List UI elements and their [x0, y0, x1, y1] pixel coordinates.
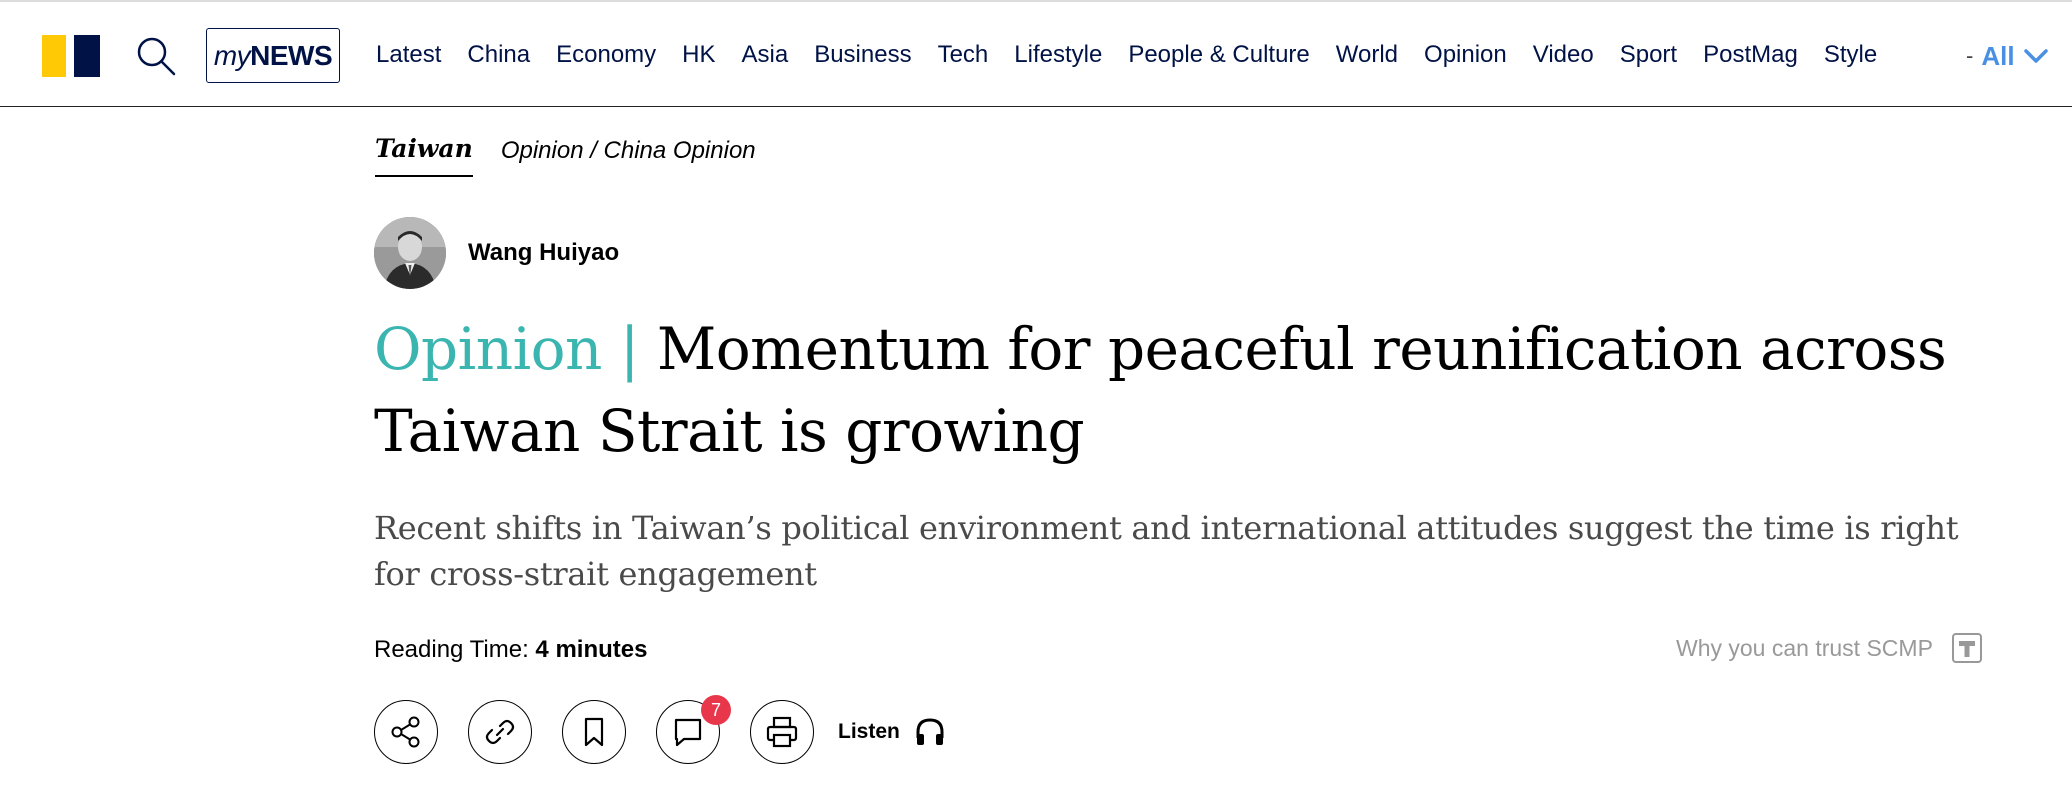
share-button[interactable]: [374, 700, 438, 764]
link-icon: [485, 719, 515, 745]
nav-item-style[interactable]: Style: [1824, 41, 1877, 69]
nav-item-lifestyle[interactable]: Lifestyle: [1014, 41, 1102, 69]
nav-item-opinion[interactable]: Opinion: [1424, 41, 1507, 69]
nav-item-hk[interactable]: HK: [682, 41, 715, 69]
nav-item-world[interactable]: World: [1336, 41, 1398, 69]
avatar[interactable]: [374, 217, 446, 289]
mynews-my-text: my: [213, 39, 251, 71]
author-photo: [374, 217, 446, 289]
trust-icon: [1951, 633, 1982, 663]
all-dash: -: [1966, 43, 1974, 68]
nav-item-sport[interactable]: Sport: [1620, 41, 1677, 69]
tag-opinion-china[interactable]: Opinion / China Opinion: [501, 134, 756, 165]
bookmark-icon: [584, 717, 604, 747]
nav-item-video[interactable]: Video: [1533, 41, 1594, 69]
tag-taiwan[interactable]: Taiwan: [375, 134, 473, 177]
nav-item-postmag[interactable]: PostMag: [1703, 41, 1798, 69]
nav-item-latest[interactable]: Latest: [376, 41, 441, 69]
logo-yellow-block: [42, 35, 66, 77]
reading-time-label: Reading Time:: [374, 636, 529, 663]
author-block: Wang Huiyao: [374, 217, 619, 289]
mynews-news-text: NEWS: [250, 39, 333, 71]
article-actions: 7 Listen: [374, 695, 946, 764]
headline-text: Momentum for peaceful reunification acro…: [374, 315, 1947, 465]
all-sections-button[interactable]: - All: [1966, 38, 2049, 74]
article-tags: Taiwan Opinion / China Opinion: [375, 134, 756, 177]
nav-item-business[interactable]: Business: [814, 41, 911, 69]
article-headline: Opinion | Momentum for peaceful reunific…: [374, 308, 1974, 472]
all-label: All: [1981, 40, 2015, 71]
comments-button[interactable]: 7: [656, 695, 731, 764]
copy-link-button[interactable]: [468, 700, 532, 764]
article-subheadline: Recent shifts in Taiwan’s political envi…: [374, 509, 1959, 593]
share-icon: [391, 716, 420, 748]
comment-count-badge: 7: [701, 695, 731, 725]
nav-item-economy[interactable]: Economy: [556, 41, 656, 69]
nav-item-asia[interactable]: Asia: [742, 41, 789, 69]
comment-icon: [674, 718, 702, 747]
scmp-logo[interactable]: [42, 35, 100, 77]
top-navigation-bar: my NEWS Latest China Economy HK Asia Busi…: [0, 0, 2072, 107]
nav-item-china[interactable]: China: [467, 41, 530, 69]
bookmark-button[interactable]: [562, 700, 626, 764]
mynews-button[interactable]: my NEWS: [206, 28, 340, 83]
listen-button[interactable]: Listen: [838, 716, 946, 748]
author-name[interactable]: Wang Huiyao: [468, 239, 619, 267]
nav-item-tech[interactable]: Tech: [938, 41, 989, 69]
headphones-icon: [916, 718, 944, 745]
search-icon[interactable]: [134, 34, 178, 78]
nav-item-people-culture[interactable]: People & Culture: [1128, 41, 1309, 69]
trust-scmp-link[interactable]: Why you can trust SCMP: [1676, 632, 1983, 664]
print-icon: [766, 716, 798, 748]
trust-text: Why you can trust SCMP: [1676, 634, 1933, 661]
reading-time-value: 4 minutes: [535, 636, 648, 663]
section-nav: Latest China Economy HK Asia Business Te…: [376, 2, 1903, 107]
chevron-down-icon: [2023, 49, 2048, 63]
logo-navy-block: [74, 35, 100, 77]
opinion-label: Opinion: [374, 315, 602, 383]
listen-label: Listen: [838, 720, 900, 743]
headline-separator: |: [619, 315, 640, 383]
reading-time: Reading Time: 4 minutes: [374, 636, 647, 664]
print-button[interactable]: [750, 700, 814, 764]
